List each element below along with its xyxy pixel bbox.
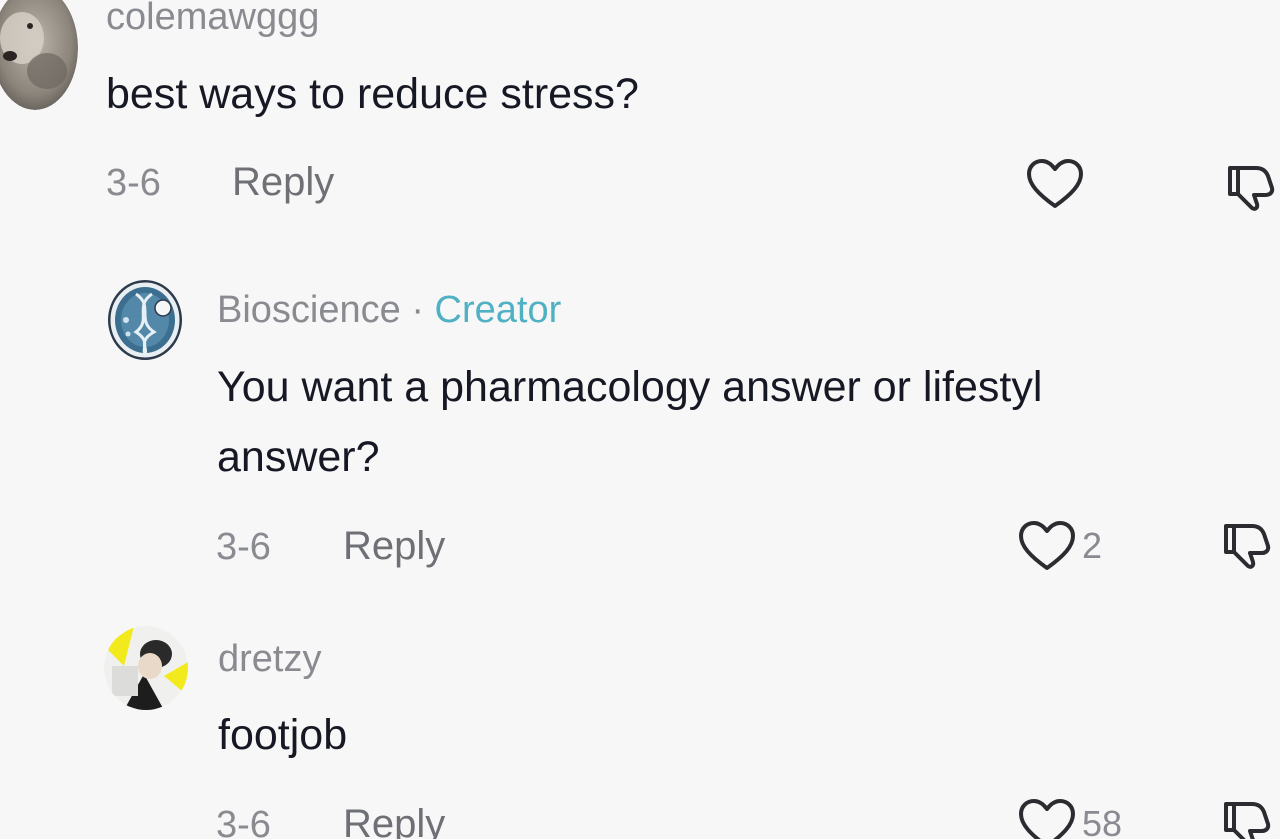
comment-date: 3-6 bbox=[216, 804, 271, 839]
thumbs-down-outline-icon bbox=[1224, 802, 1271, 839]
avatar-dretzy[interactable] bbox=[104, 626, 188, 710]
comment-username[interactable]: colemawggg bbox=[106, 0, 319, 39]
heart-outline-icon bbox=[1027, 159, 1083, 208]
reply-button[interactable]: Reply bbox=[343, 524, 445, 569]
username-separator: · bbox=[411, 289, 424, 331]
comment-thread: colemawggg best ways to reduce stress? 3… bbox=[0, 0, 1280, 839]
like-count: 58 bbox=[1082, 803, 1123, 839]
avatar-colemawggg[interactable] bbox=[0, 0, 78, 110]
like-button[interactable] bbox=[1026, 158, 1090, 210]
comment-date: 3-6 bbox=[106, 162, 161, 204]
like-button[interactable]: 2 bbox=[1018, 520, 1102, 572]
reply-button[interactable]: Reply bbox=[232, 160, 334, 205]
comment-username[interactable]: dretzy bbox=[218, 638, 321, 681]
dislike-button[interactable] bbox=[1222, 520, 1276, 579]
dog-photo-avatar-icon bbox=[0, 0, 78, 110]
creator-badge: Creator bbox=[434, 289, 562, 331]
dislike-button[interactable] bbox=[1222, 798, 1276, 839]
comment-text: You want a pharmacology answer or lifest… bbox=[217, 363, 1043, 411]
comment-username[interactable]: Bioscience bbox=[217, 289, 401, 331]
avatar-bioscience[interactable] bbox=[108, 280, 182, 360]
dislike-button[interactable] bbox=[1226, 162, 1280, 217]
comment-date: 3-6 bbox=[216, 526, 271, 568]
thumbs-down-outline-icon bbox=[1224, 524, 1271, 569]
comment-username-line: Bioscience · Creator bbox=[217, 289, 561, 332]
comment-text: best ways to reduce stress? bbox=[106, 70, 639, 118]
heart-outline-icon bbox=[1019, 521, 1075, 570]
like-count: 2 bbox=[1082, 525, 1103, 566]
person-photo-avatar-icon bbox=[104, 626, 188, 710]
dna-logo-avatar-icon bbox=[108, 280, 182, 360]
heart-outline-icon bbox=[1019, 799, 1075, 839]
comment-text-continued: answer? bbox=[217, 433, 380, 481]
comment-text: footjob bbox=[218, 711, 348, 759]
like-button[interactable]: 58 bbox=[1018, 798, 1122, 839]
reply-button[interactable]: Reply bbox=[343, 802, 445, 839]
thumbs-down-outline-icon bbox=[1228, 166, 1275, 211]
